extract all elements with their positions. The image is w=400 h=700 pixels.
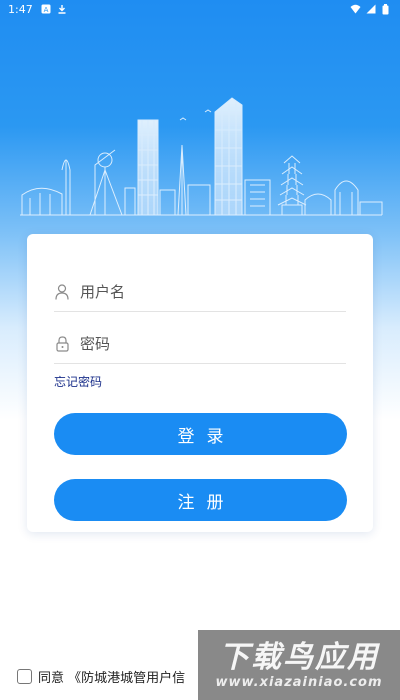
- watermark-title: 下载鸟应用: [219, 639, 379, 675]
- forgot-password-link[interactable]: 忘记密码: [54, 373, 102, 390]
- agreement-row: 同意 《防城港城管用户信: [17, 667, 185, 686]
- notification-a-icon: A: [41, 4, 51, 14]
- username-field[interactable]: [54, 272, 346, 312]
- agreement-checkbox[interactable]: [17, 669, 32, 684]
- password-field[interactable]: [54, 324, 346, 364]
- login-button[interactable]: 登录: [54, 413, 347, 455]
- lock-icon: [54, 335, 70, 353]
- download-icon: [57, 4, 67, 14]
- svg-text:A: A: [43, 6, 48, 14]
- login-card: 忘记密码 登录 注册: [27, 234, 373, 532]
- watermark-url: www.xiazainiao.com: [215, 674, 383, 690]
- status-bar: 1:47 A: [0, 0, 400, 18]
- status-time: 1:47: [8, 2, 33, 16]
- agreement-text[interactable]: 同意 《防城港城管用户信: [38, 667, 185, 686]
- register-button[interactable]: 注册: [54, 479, 347, 521]
- battery-icon: [382, 4, 392, 15]
- username-input[interactable]: [80, 282, 346, 301]
- wifi-icon: [350, 4, 361, 14]
- watermark: 下载鸟应用 www.xiazainiao.com: [198, 630, 400, 700]
- password-input[interactable]: [80, 334, 346, 353]
- signal-icon: [366, 4, 376, 14]
- user-icon: [54, 283, 70, 301]
- city-skyline-illustration: [20, 97, 383, 216]
